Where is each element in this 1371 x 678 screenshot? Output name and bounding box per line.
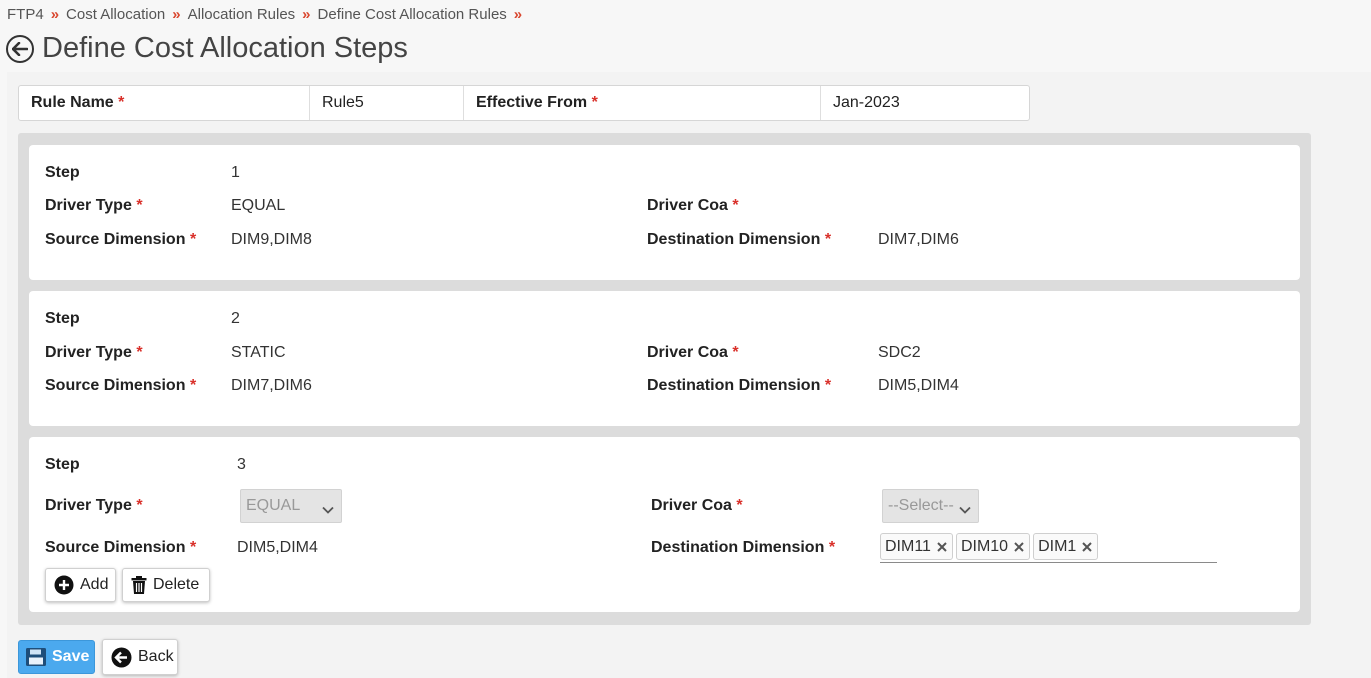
effective-from-value-cell: Jan-2023 — [821, 86, 1029, 120]
tag-dim10: DIM10 — [955, 533, 1031, 560]
required-marker: * — [118, 94, 125, 111]
step-number: 1 — [231, 164, 240, 181]
source-dimension-value: DIM5,DIM4 — [237, 539, 318, 556]
destination-dimension-label: Destination Dimension * — [647, 231, 832, 248]
breadcrumb: FTP4 » Cost Allocation » Allocation Rule… — [7, 6, 529, 23]
effective-from-label: Effective From — [476, 94, 588, 111]
arrow-left-circle-icon — [111, 647, 132, 668]
driver-coa-label: Driver Coa * — [651, 497, 743, 514]
step-card-3: Step 3 Driver Type * EQUAL Driver Coa * … — [29, 437, 1300, 612]
driver-coa-selected-value: --Select-- — [888, 497, 954, 514]
tag-label: DIM11 — [885, 537, 931, 555]
rule-name-value-cell: Rule5 — [310, 86, 464, 120]
add-step-button[interactable]: Add — [45, 568, 116, 602]
rule-name-label-cell: Rule Name * — [19, 86, 310, 120]
steps-container: Step 1 Driver Type * EQUAL Driver Coa * … — [18, 133, 1311, 625]
step-label: Step — [45, 310, 80, 327]
rule-name-label: Rule Name — [31, 94, 114, 111]
destination-dimension-multiselect[interactable]: DIM11 DIM10 DIM1 — [880, 533, 1217, 563]
driver-type-label: Driver Type * — [45, 344, 143, 361]
destination-dimension-label: Destination Dimension * — [651, 539, 836, 556]
driver-type-select[interactable]: EQUAL — [240, 489, 342, 523]
delete-label: Delete — [153, 576, 200, 593]
destination-dimension-label: Destination Dimension * — [647, 377, 832, 394]
tag-label: DIM1 — [1038, 537, 1077, 555]
delete-step-button[interactable]: Delete — [122, 568, 210, 602]
driver-type-value: STATIC — [231, 344, 286, 361]
back-label: Back — [138, 648, 174, 665]
step-label: Step — [45, 164, 80, 181]
plus-circle-icon — [54, 575, 74, 595]
chevron-down-icon — [322, 501, 334, 519]
save-button[interactable]: Save — [18, 640, 95, 674]
breadcrumb-item-ftp4[interactable]: FTP4 — [7, 6, 44, 23]
floppy-disk-icon — [26, 648, 46, 666]
remove-tag-icon[interactable] — [1014, 541, 1024, 552]
driver-coa-label: Driver Coa * — [647, 197, 739, 214]
page-title: Define Cost Allocation Steps — [42, 32, 408, 64]
driver-type-value: EQUAL — [231, 197, 286, 214]
breadcrumb-separator-icon: » — [513, 6, 523, 23]
remove-tag-icon[interactable] — [1082, 541, 1093, 552]
trash-icon — [131, 576, 147, 594]
driver-type-label: Driver Type * — [45, 197, 143, 214]
step-card-2: Step 2 Driver Type * STATIC Driver Coa *… — [29, 291, 1300, 426]
back-button[interactable]: Back — [102, 639, 178, 675]
breadcrumb-item-allocation-rules[interactable]: Allocation Rules — [188, 6, 296, 23]
driver-coa-value: SDC2 — [878, 344, 921, 361]
source-dimension-label: Source Dimension * — [45, 377, 197, 394]
destination-dimension-value: DIM7,DIM6 — [878, 231, 959, 248]
remove-tag-icon[interactable] — [937, 541, 947, 552]
save-label: Save — [52, 648, 90, 665]
step-number: 3 — [237, 456, 246, 473]
tag-label: DIM10 — [960, 537, 1009, 555]
chevron-down-icon — [959, 501, 971, 519]
source-dimension-label: Source Dimension * — [45, 539, 197, 556]
driver-coa-label: Driver Coa * — [647, 344, 739, 361]
rule-name-value: Rule5 — [322, 94, 364, 111]
driver-coa-select[interactable]: --Select-- — [882, 489, 979, 523]
step-number: 2 — [231, 310, 240, 327]
step-label: Step — [45, 456, 80, 473]
tag-dim11: DIM11 — [880, 533, 953, 560]
breadcrumb-item-cost-allocation[interactable]: Cost Allocation — [66, 6, 165, 23]
breadcrumb-separator-icon: » — [302, 6, 311, 23]
breadcrumb-separator-icon: » — [172, 6, 181, 23]
tag-dim1: DIM1 — [1033, 533, 1099, 560]
breadcrumb-item-define-rules[interactable]: Define Cost Allocation Rules — [318, 6, 507, 23]
source-dimension-label: Source Dimension * — [45, 231, 197, 248]
source-dimension-value: DIM9,DIM8 — [231, 231, 312, 248]
back-arrow-icon[interactable] — [6, 34, 34, 63]
required-marker: * — [591, 94, 598, 111]
add-label: Add — [80, 576, 109, 593]
step-card-1: Step 1 Driver Type * EQUAL Driver Coa * … — [29, 145, 1300, 280]
title-row: Define Cost Allocation Steps — [6, 32, 408, 65]
destination-dimension-value: DIM5,DIM4 — [878, 377, 959, 394]
effective-from-label-cell: Effective From * — [464, 86, 821, 120]
driver-type-selected-value: EQUAL — [246, 497, 301, 514]
driver-type-label: Driver Type * — [45, 497, 143, 514]
source-dimension-value: DIM7,DIM6 — [231, 377, 312, 394]
rule-header: Rule Name * Rule5 Effective From * Jan-2… — [18, 85, 1030, 121]
breadcrumb-separator-icon: » — [50, 6, 60, 23]
effective-from-value: Jan-2023 — [833, 94, 900, 111]
